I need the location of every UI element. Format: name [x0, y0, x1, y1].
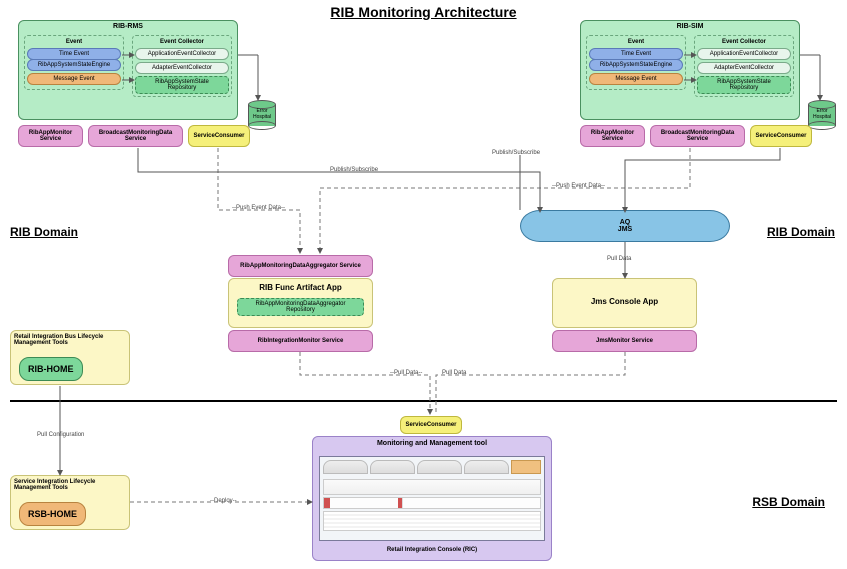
aq-label: AQ [620, 219, 631, 226]
rib-rms-state-engine: RibAppSystemStateEngine [27, 59, 121, 71]
rib-sim-adapter-collector: AdapterEventCollector [697, 62, 791, 74]
mgmt-tool-panel: Monitoring and Management tool Retail In… [312, 436, 552, 561]
edge-push-rms: --Push Event Data-- [230, 205, 287, 211]
service-lifecycle-tools: Service Integration Lifecycle Management… [10, 475, 130, 530]
edge-pull-left: --Pull Data-- [388, 370, 424, 376]
rib-rms-adapter-collector: AdapterEventCollector [135, 62, 229, 74]
mgmt-tool-title: Monitoring and Management tool [313, 437, 551, 450]
rib-sim-service-consumer: ServiceConsumer [750, 125, 812, 147]
edge-deploy: --Deploy-- [208, 498, 239, 504]
rib-sim-state-engine: RibAppSystemStateEngine [589, 59, 683, 71]
rib-domain-left-label: RIB Domain [10, 225, 78, 239]
edge-pull-jms: Pull Data [605, 256, 633, 262]
rib-rms-message-event: Message Event [27, 73, 121, 85]
aggregator-service: RibAppMonitoringDataAggregator Service [228, 255, 373, 277]
rib-lifecycle-title: Retail Integration Bus Lifecycle Managem… [11, 331, 129, 349]
rsb-domain-label: RSB Domain [752, 495, 825, 509]
center-service-consumer: ServiceConsumer [400, 416, 462, 434]
rib-sim-repo: RibAppSystemState Repository [697, 76, 791, 94]
domain-divider [10, 400, 837, 402]
func-artifact-title: RIB Func Artifact App [229, 279, 372, 296]
rib-sim-message-event: Message Event [589, 73, 683, 85]
jms-console-app: Jms Console App [552, 278, 697, 328]
rib-rms-app-collector: ApplicationEventCollector [135, 48, 229, 60]
rib-rms-app-monitor-service: RibAppMonitor Service [18, 125, 83, 147]
edge-pubsub-sim: Publish/Subscribe [490, 150, 542, 156]
jms-console-title: Jms Console App [553, 279, 696, 310]
jms-monitor-service: JmsMonitor Service [552, 330, 697, 352]
ric-screenshot-mock [319, 456, 545, 541]
rib-rms-repo: RibAppSystemState Repository [135, 76, 229, 94]
edge-pubsub-rms: Publish/Subscribe [328, 167, 380, 173]
error-hospital-left: Error Hospital [248, 100, 276, 130]
diagram-title: RIB Monitoring Architecture [330, 4, 516, 20]
aq-jms-cylinder: AQ JMS [520, 210, 730, 242]
edge-pull-right: Pull Data [440, 370, 468, 376]
rsb-home-pill: RSB-HOME [19, 502, 86, 526]
rib-domain-right-label: RIB Domain [767, 225, 835, 239]
rib-sim-event-group-label: Event [589, 38, 683, 46]
error-hospital-right: Error Hospital [808, 100, 836, 130]
service-lifecycle-title: Service Integration Lifecycle Management… [11, 476, 129, 494]
rib-sim-collector-group-label: Event Collector [697, 38, 791, 46]
edge-push-sim: --Push Event Data-- [550, 183, 607, 189]
func-artifact-app: RIB Func Artifact App RibAppMonitoringDa… [228, 278, 373, 328]
rib-rms-broadcast-service: BroadcastMonitoringData Service [88, 125, 183, 147]
ric-caption: Retail Integration Console (RIC) [313, 547, 551, 553]
integration-monitor-service: RibIntegrationMonitor Service [228, 330, 373, 352]
rib-rms-service-consumer: ServiceConsumer [188, 125, 250, 147]
rib-rms-container: RIB-RMS Event Time Event RibAppSystemSta… [18, 20, 238, 120]
rib-sim-app-monitor-service: RibAppMonitor Service [580, 125, 645, 147]
rib-home-pill: RIB-HOME [19, 357, 83, 381]
rib-rms-collector-group-label: Event Collector [135, 38, 229, 46]
error-hospital-right-label: Error Hospital [808, 108, 836, 120]
error-hospital-left-label: Error Hospital [248, 108, 276, 120]
rib-lifecycle-tools: Retail Integration Bus Lifecycle Managem… [10, 330, 130, 385]
rib-rms-title: RIB-RMS [19, 21, 237, 32]
jms-label: JMS [618, 226, 632, 233]
edge-pull-config: Pull Configuration [35, 432, 86, 438]
rib-sim-broadcast-service: BroadcastMonitoringData Service [650, 125, 745, 147]
rib-sim-title: RIB-SIM [581, 21, 799, 32]
func-artifact-repo: RibAppMonitoringDataAggregator Repositor… [237, 298, 364, 316]
rib-sim-container: RIB-SIM Event Time Event RibAppSystemSta… [580, 20, 800, 120]
rib-rms-event-group-label: Event [27, 38, 121, 46]
rib-sim-app-collector: ApplicationEventCollector [697, 48, 791, 60]
